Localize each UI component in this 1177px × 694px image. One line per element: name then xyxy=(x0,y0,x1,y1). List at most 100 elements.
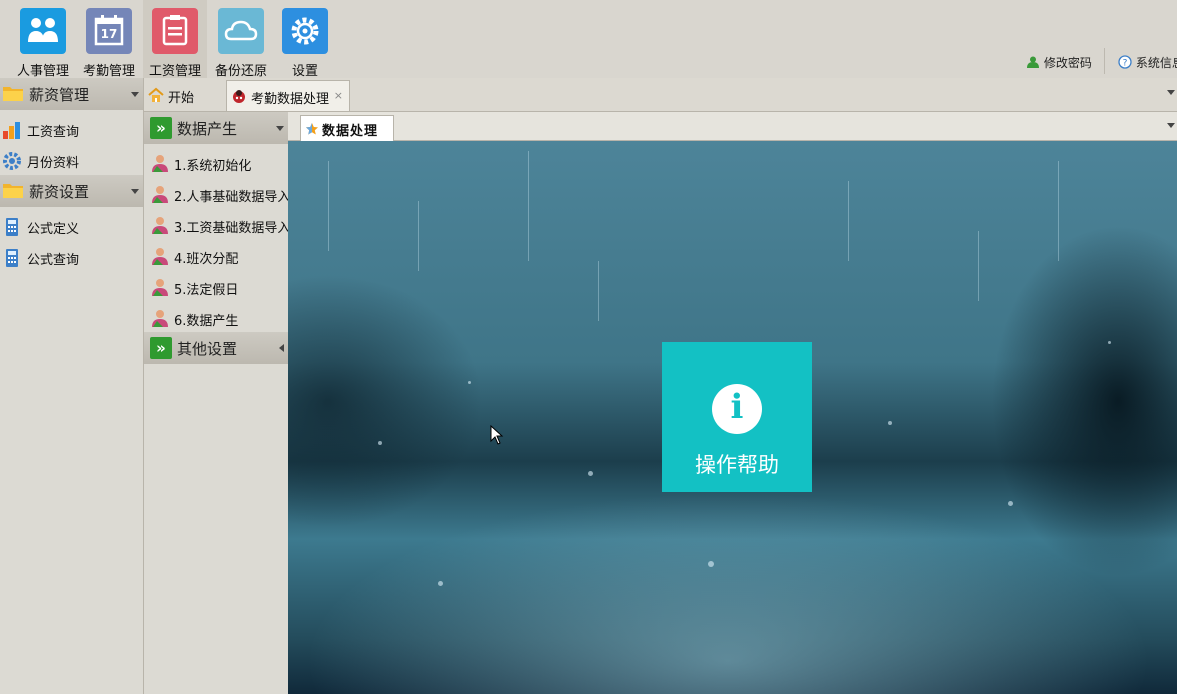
menu-item-label: 5.法定假日 xyxy=(174,283,239,298)
rain-streak xyxy=(848,181,849,261)
rain-streak xyxy=(528,151,529,261)
cloud-icon xyxy=(218,8,264,54)
top-toolbar: 人事管理 17 考勤管理 工资管理 备份还原 设置 修改密码 ? 系统信息 xyxy=(0,0,1177,79)
accordion-salary-management-title: 薪资管理 xyxy=(29,86,90,104)
tab-bar: 开始 考勤数据处理 × xyxy=(144,78,1177,112)
menu-item-label: 2.人事基础数据导入 xyxy=(174,190,288,205)
accordion-data-generation-title: 数据产生 xyxy=(177,120,238,138)
user-icon xyxy=(152,248,168,265)
sidebar-item-label: 月份资料 xyxy=(27,156,80,171)
accordion-other-settings-title: 其他设置 xyxy=(177,340,238,358)
change-password-link[interactable]: 修改密码 xyxy=(1026,54,1092,71)
rain-drop xyxy=(1108,341,1111,344)
sidebar-item-label: 工资查询 xyxy=(27,125,80,140)
home-icon xyxy=(148,87,164,102)
accordion-salary-settings-title: 薪资设置 xyxy=(29,183,90,201)
tab-data-processing[interactable]: 数据处理 xyxy=(300,115,394,141)
calendar-day-text: 17 xyxy=(100,27,118,41)
help-tile-label: 操作帮助 xyxy=(695,453,779,477)
calculator-icon xyxy=(6,249,18,267)
folder-icon xyxy=(3,87,23,101)
chevron-down-icon xyxy=(131,92,139,97)
user-icon xyxy=(152,279,168,296)
content-tabs-dropdown-icon[interactable] xyxy=(1167,123,1175,128)
double-chevron-icon: » xyxy=(150,117,172,139)
rain-streak xyxy=(978,231,979,301)
toolbar-divider xyxy=(1104,48,1105,74)
toolbar-backup-button[interactable]: 备份还原 xyxy=(209,0,273,79)
accordion-data-generation[interactable]: » 数据产生 xyxy=(144,112,288,144)
folder-icon xyxy=(3,184,23,198)
rain-drop xyxy=(588,471,593,476)
chevron-down-icon xyxy=(276,126,284,131)
tab-attendance-label: 考勤数据处理 xyxy=(251,92,330,107)
sidebar-item-formula-define[interactable]: 公式定义 xyxy=(0,211,143,241)
gear-icon xyxy=(3,152,21,170)
info-icon: i xyxy=(712,384,762,434)
sidebar-item-label: 公式定义 xyxy=(27,222,80,237)
help-icon: ? xyxy=(1118,55,1132,69)
rain-streak xyxy=(418,201,419,271)
menu-item-label: 3.工资基础数据导入 xyxy=(174,221,288,236)
change-password-label: 修改密码 xyxy=(1043,56,1092,70)
tab-attendance-processing[interactable]: 考勤数据处理 × xyxy=(226,80,350,111)
tab-close-icon[interactable]: × xyxy=(334,89,343,102)
toolbar-salary-button[interactable]: 工资管理 xyxy=(143,0,207,79)
sidebar-item-formula-query[interactable]: 公式查询 xyxy=(0,242,143,272)
bar-chart-icon xyxy=(3,122,20,139)
users-icon xyxy=(20,8,66,54)
tab-home[interactable]: 开始 xyxy=(144,80,224,110)
left-sidebar: 薪资管理 工资查询 月份资料 薪资设置 公式定义 公式查询 xyxy=(0,78,144,694)
svg-text:?: ? xyxy=(1123,59,1128,69)
chevron-down-icon xyxy=(131,189,139,194)
menu-item-label: 1.系统初始化 xyxy=(174,159,252,174)
rain-streak xyxy=(328,161,329,251)
toolbar-settings-label: 设置 xyxy=(291,64,318,79)
menu-item-holidays[interactable]: 5.法定假日 xyxy=(144,271,288,302)
menu-item-shift-assign[interactable]: 4.班次分配 xyxy=(144,240,288,271)
toolbar-hr-label: 人事管理 xyxy=(16,64,69,79)
accordion-other-settings[interactable]: » 其他设置 xyxy=(144,332,288,364)
toolbar-salary-label: 工资管理 xyxy=(148,64,201,79)
mouse-cursor-icon xyxy=(490,425,504,445)
menu-item-label: 4.班次分配 xyxy=(174,252,239,267)
user-icon xyxy=(1027,56,1039,68)
menu-item-system-init[interactable]: 1.系统初始化 xyxy=(144,147,288,178)
rain-drop xyxy=(378,441,382,445)
toolbar-attendance-label: 考勤管理 xyxy=(82,64,135,79)
gear-icon xyxy=(282,8,328,54)
user-icon xyxy=(152,155,168,172)
rain-drop xyxy=(438,581,443,586)
rain-drop xyxy=(1008,501,1013,506)
chevron-left-icon xyxy=(279,344,284,352)
rain-streak xyxy=(1058,161,1059,261)
info-icon-glyph: i xyxy=(730,387,744,427)
system-info-link[interactable]: ? 系统信息 xyxy=(1118,54,1177,71)
menu-item-salary-import[interactable]: 3.工资基础数据导入 xyxy=(144,209,288,240)
tab-home-label: 开始 xyxy=(168,91,195,106)
toolbar-hr-button[interactable]: 人事管理 xyxy=(11,0,75,79)
sidebar-item-salary-query[interactable]: 工资查询 xyxy=(0,114,143,144)
calendar-icon: 17 xyxy=(86,8,132,54)
menu-item-data-generate[interactable]: 6.数据产生 xyxy=(144,302,288,333)
double-chevron-icon: » xyxy=(150,337,172,359)
rain-streak xyxy=(598,261,599,321)
toolbar-attendance-button[interactable]: 17 考勤管理 xyxy=(77,0,141,79)
system-info-label: 系统信息 xyxy=(1135,56,1177,70)
tabs-dropdown-icon[interactable] xyxy=(1167,90,1175,95)
toolbar-backup-label: 备份还原 xyxy=(214,64,267,79)
user-icon xyxy=(152,217,168,234)
rain-drop xyxy=(888,421,892,425)
sidebar-item-month-data[interactable]: 月份资料 xyxy=(0,145,143,175)
accordion-salary-management[interactable]: 薪资管理 xyxy=(0,78,143,110)
sidebar-item-label: 公式查询 xyxy=(27,253,80,268)
user-icon xyxy=(152,186,168,203)
help-tile[interactable]: i 操作帮助 xyxy=(662,342,812,492)
rain-drop xyxy=(708,561,714,567)
tab-data-processing-label: 数据处理 xyxy=(322,124,379,139)
toolbar-settings-button[interactable]: 设置 xyxy=(273,0,337,79)
accordion-salary-settings[interactable]: 薪资设置 xyxy=(0,175,143,207)
clipboard-icon xyxy=(152,8,198,54)
rain-drop xyxy=(468,381,471,384)
menu-item-hr-import[interactable]: 2.人事基础数据导入 xyxy=(144,178,288,209)
